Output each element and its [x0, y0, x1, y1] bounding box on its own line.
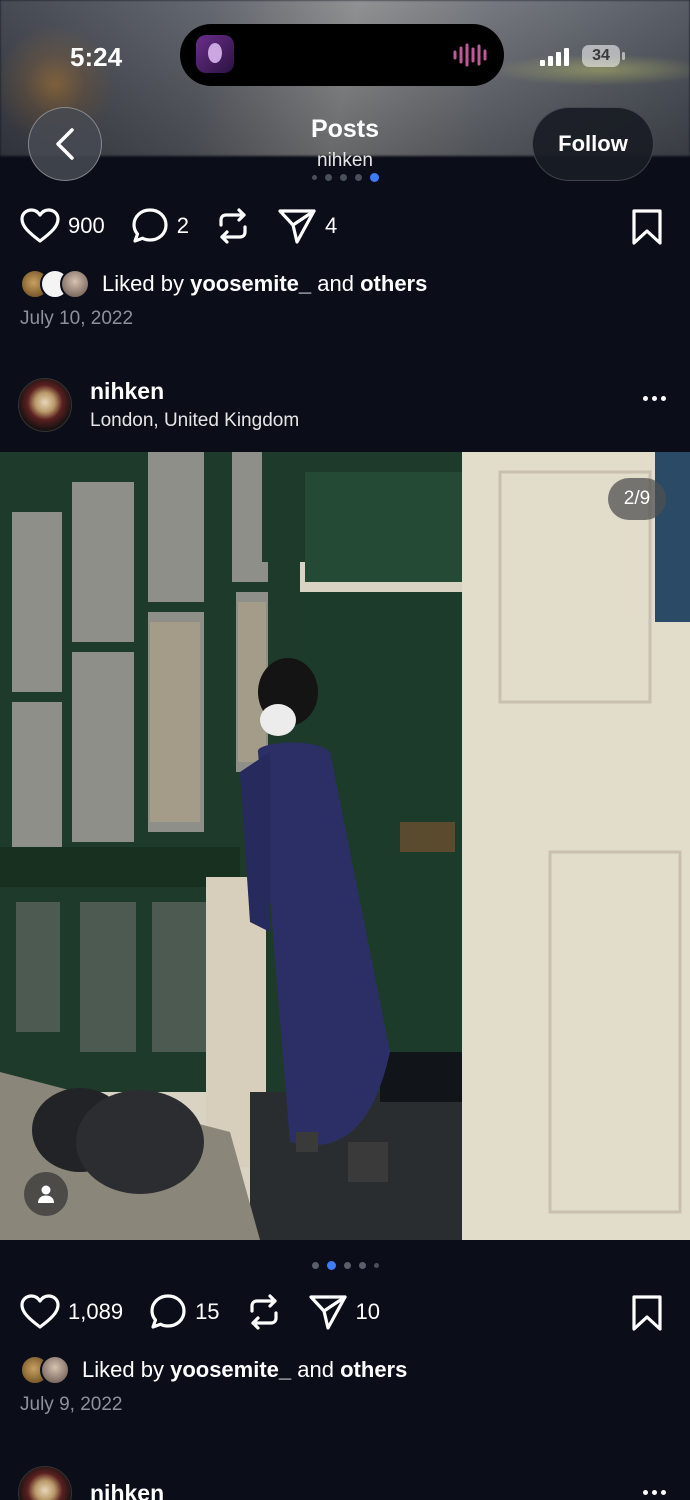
post2-save-button[interactable] — [630, 1294, 664, 1337]
avatar — [60, 269, 90, 299]
carousel-dot-active — [326, 1261, 336, 1270]
photo-counter-badge: 2/9 — [608, 478, 666, 520]
post2-date: July 9, 2022 — [20, 1394, 123, 1415]
post2-liker-avatars — [20, 1355, 70, 1385]
post2-author-row: nihken London, United Kingdom — [18, 378, 670, 434]
carousel-dot-active — [369, 173, 379, 182]
post1-action-bar: 900 2 4 — [20, 204, 670, 248]
bookmark-icon — [632, 209, 662, 245]
post2-action-bar: 1,089 15 10 — [20, 1290, 670, 1334]
post3-author-row: nihken — [18, 1466, 670, 1500]
previous-post-carousel-dots — [0, 173, 690, 182]
post3-more-button[interactable] — [643, 1490, 666, 1495]
follow-button[interactable]: Follow — [532, 107, 654, 181]
battery-indicator: 34 — [582, 45, 625, 67]
post2-comment-button[interactable]: 15 — [149, 1293, 220, 1331]
carousel-dot — [358, 1262, 366, 1269]
post1-send-button[interactable]: 4 — [277, 207, 337, 245]
liked-by-others[interactable]: others — [340, 1357, 407, 1383]
post1-like-count: 900 — [68, 213, 105, 238]
carousel-dot — [311, 175, 317, 180]
comment-icon — [150, 1294, 186, 1329]
liked-by-and: and — [317, 271, 354, 296]
post1-share-count: 4 — [324, 213, 338, 238]
cellular-signal-icon — [540, 48, 569, 66]
tagged-people-button[interactable] — [24, 1172, 68, 1216]
more-icon-dot — [661, 396, 666, 401]
avatar — [40, 1355, 70, 1385]
post1-comment-count: 2 — [176, 213, 189, 238]
post2-send-button[interactable]: 10 — [308, 1293, 380, 1331]
post2-share-count: 10 — [355, 1299, 381, 1324]
more-icon-dot — [652, 1490, 657, 1495]
carousel-dot — [324, 174, 332, 181]
heart-icon — [20, 1294, 60, 1329]
post2-photo[interactable]: 2/9 — [0, 452, 690, 1240]
send-icon — [278, 209, 316, 244]
status-time: 5:24 — [70, 42, 123, 72]
post2-like-count: 1,089 — [68, 1299, 124, 1324]
liked-by-prefix: Liked by — [102, 271, 184, 296]
post1-comment-button[interactable]: 2 — [131, 207, 189, 245]
post2-more-button[interactable] — [643, 396, 666, 401]
post2-carousel-dots — [0, 1261, 690, 1270]
carousel-dot — [354, 174, 362, 181]
street-photo — [0, 452, 690, 1240]
carousel-dot — [373, 1263, 379, 1268]
dynamic-island[interactable] — [180, 24, 504, 86]
bookmark-icon — [632, 1295, 662, 1331]
repost-icon — [249, 1294, 278, 1330]
post2-author-name[interactable]: nihken — [90, 378, 164, 405]
post2-like-button[interactable]: 1,089 — [20, 1294, 123, 1330]
post2-comment-count: 15 — [195, 1299, 220, 1324]
more-icon-dot — [652, 396, 657, 401]
liked-by-user[interactable]: yoosemite_ — [170, 1357, 291, 1383]
more-icon-dot — [643, 396, 648, 401]
post2-liked-by[interactable]: Liked by yoosemite_ and others — [20, 1355, 407, 1385]
repost-icon — [219, 208, 247, 244]
post2-repost-button[interactable] — [246, 1293, 282, 1331]
carousel-dot — [311, 1262, 319, 1269]
person-tag-icon — [38, 1185, 54, 1203]
more-icon-dot — [643, 1490, 648, 1495]
post1-save-button[interactable] — [630, 208, 664, 251]
carousel-dot — [339, 174, 347, 181]
post1-like-button[interactable]: 900 — [20, 208, 105, 244]
post2-location[interactable]: London, United Kingdom — [90, 410, 299, 432]
avatar[interactable] — [18, 378, 72, 432]
send-icon — [308, 1295, 347, 1330]
avatar[interactable] — [18, 1466, 72, 1500]
liked-by-others[interactable]: others — [360, 271, 427, 297]
comment-icon — [132, 208, 168, 243]
post1-liked-by[interactable]: Liked by yoosemite_ and others — [20, 269, 427, 299]
audio-wave-icon — [453, 43, 487, 67]
post1-date: July 10, 2022 — [20, 308, 134, 329]
liked-by-prefix: Liked by — [82, 1357, 164, 1382]
now-playing-artwork — [196, 35, 234, 73]
heart-icon — [20, 208, 60, 243]
status-bar: 5:24 34 — [0, 0, 690, 110]
liked-by-user[interactable]: yoosemite_ — [190, 271, 311, 297]
post3-author-name[interactable]: nihken — [90, 1480, 164, 1500]
carousel-dot — [343, 1262, 351, 1269]
post1-liker-avatars — [20, 269, 90, 299]
post1-repost-button[interactable] — [215, 207, 251, 245]
liked-by-and: and — [297, 1357, 334, 1382]
more-icon-dot — [661, 1490, 666, 1495]
